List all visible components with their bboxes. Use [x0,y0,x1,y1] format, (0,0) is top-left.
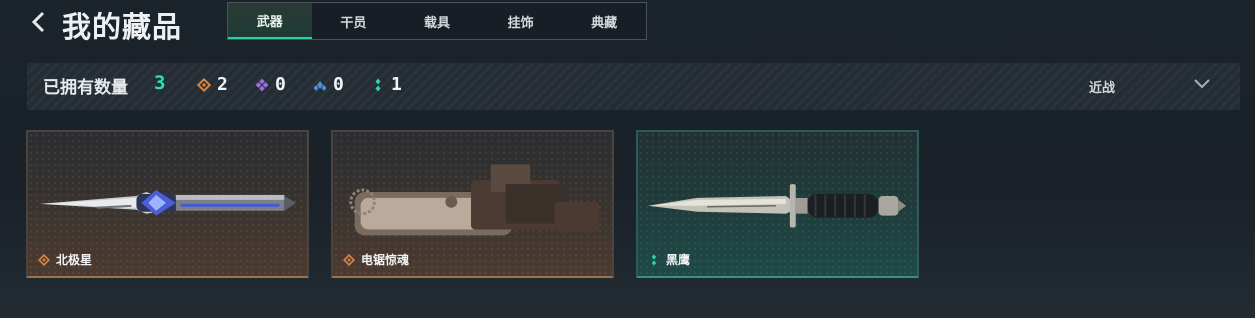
item-name: 北极星 [56,253,93,267]
orange-diamond-icon [343,253,355,266]
rarity-stat-blue: 0 [313,74,344,95]
stats-bar: 已拥有数量 3 2 0 0 1 近战 [27,63,1240,110]
item-card-chainsaw[interactable]: 电锯惊魂 [331,130,614,278]
tab-weapons[interactable]: 武器 [228,3,312,39]
item-card-polaris[interactable]: 北极星 [26,130,309,278]
item-name-row: 北极星 [38,251,92,268]
green-dots-icon [375,78,381,91]
tab-collection[interactable]: 典藏 [562,3,646,39]
black-hawk-knife-image [647,184,907,228]
chainsaw-image [349,164,600,236]
back-arrow-icon[interactable] [28,8,50,36]
tab-operators[interactable]: 干员 [312,3,396,39]
green-dots-icon [651,253,657,266]
page-title: 我的藏品 [62,10,183,44]
blue-triangle-icon [313,80,327,91]
orange-diamond-icon [38,253,50,266]
rarity-stat-orange: 2 [197,74,228,95]
rarity-count-purple: 0 [275,74,286,95]
item-name-row: 黑鹰 [648,251,690,268]
tab-charms[interactable]: 挂饰 [479,3,563,39]
rarity-count-green: 1 [391,74,402,95]
weapon-type-filter[interactable]: 近战 [1089,77,1115,96]
item-name: 电锯惊魂 [361,253,410,267]
item-name: 黑鹰 [666,253,691,267]
item-card-black-hawk[interactable]: 黑鹰 [636,130,919,278]
rarity-stat-green: 1 [371,74,402,95]
orange-diamond-icon [197,77,211,92]
polaris-blade-image [39,190,297,216]
owned-count: 3 [154,72,166,94]
category-tabs: 武器 干员 载具 挂饰 典藏 [227,2,647,40]
header: 我的藏品 武器 干员 载具 挂饰 典藏 [0,0,1255,50]
rarity-count-blue: 0 [333,74,344,95]
rarity-stat-purple: 0 [255,74,286,95]
tab-vehicles[interactable]: 载具 [395,3,479,39]
purple-diamond-icon [255,78,269,91]
owned-label: 已拥有数量 [43,78,128,98]
item-name-row: 电锯惊魂 [343,251,409,268]
chevron-down-icon[interactable] [1193,77,1211,91]
rarity-count-orange: 2 [217,74,228,95]
